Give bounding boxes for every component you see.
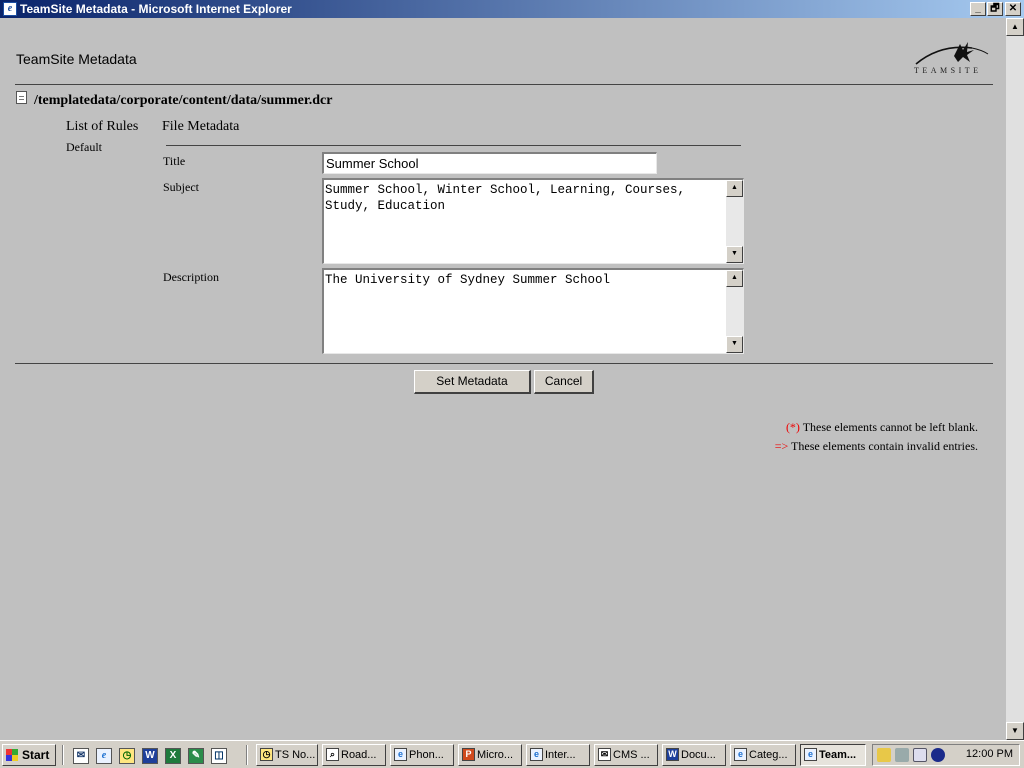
scroll-down-arrow-icon[interactable]: ▼ — [726, 336, 743, 353]
teamsite-logo: TEAMSITE — [910, 40, 994, 78]
description-text[interactable]: The University of Sydney Summer School — [324, 270, 726, 353]
ie-icon: e — [734, 748, 747, 761]
logo-text: TEAMSITE — [914, 66, 982, 75]
description-scrollbar[interactable]: ▲ ▼ — [726, 270, 743, 353]
rule-default-link[interactable]: Default — [66, 140, 102, 155]
task-cms[interactable]: ✉ CMS ... — [594, 744, 658, 766]
close-button[interactable]: ✕ — [1005, 2, 1021, 16]
description-label: Description — [163, 270, 219, 284]
page-scrollbar[interactable]: ▲ ▼ — [1006, 18, 1024, 740]
page-content: TeamSite Metadata TEAMSITE /templatedata… — [0, 18, 1006, 740]
title-field[interactable] — [322, 152, 657, 174]
header-divider — [15, 84, 993, 85]
invalid-legend-text: These elements contain invalid entries. — [788, 439, 978, 453]
network-tray-icon[interactable] — [895, 748, 909, 762]
scroll-up-arrow-icon[interactable]: ▲ — [726, 180, 743, 197]
scroll-up-arrow-icon[interactable]: ▲ — [1006, 18, 1024, 36]
clock-icon[interactable]: ◷ — [119, 748, 135, 764]
start-label: Start — [22, 748, 50, 762]
subject-textarea[interactable]: Summer School, Winter School, Learning, … — [322, 178, 744, 264]
monitor-tray-icon[interactable] — [913, 748, 927, 762]
restore-button[interactable]: 🗗 — [987, 2, 1003, 16]
required-marker: (*) — [785, 420, 800, 434]
clock-icon: ◷ — [260, 748, 273, 761]
subject-label: Subject — [163, 180, 199, 194]
start-button[interactable]: Start — [2, 744, 56, 766]
ie-page-icon: e — [3, 2, 17, 16]
task-teamsite[interactable]: e Team... — [800, 744, 866, 766]
task-road[interactable]: ⌕ Road... — [322, 744, 386, 766]
window-title: TeamSite Metadata - Microsoft Internet E… — [20, 2, 292, 16]
task-ts-notes[interactable]: ◷ TS No... — [256, 744, 318, 766]
task-document[interactable]: W Docu... — [662, 744, 726, 766]
task-microsoft[interactable]: P Micro... — [458, 744, 522, 766]
mail-icon: ✉ — [598, 748, 611, 761]
document-icon — [16, 91, 27, 104]
excel-icon[interactable]: X — [165, 748, 181, 764]
scroll-up-arrow-icon[interactable]: ▲ — [726, 270, 743, 287]
pencil-tray-icon[interactable] — [877, 748, 891, 762]
list-of-rules-link[interactable]: List of Rules — [66, 119, 138, 135]
subject-text[interactable]: Summer School, Winter School, Learning, … — [324, 180, 726, 263]
system-tray: 12:00 PM — [872, 744, 1020, 766]
minimize-button[interactable]: _ — [970, 2, 986, 16]
windows-flag-icon — [6, 749, 18, 761]
file-metadata-heading: File Metadata — [162, 119, 240, 134]
image-editor-icon[interactable]: ✎ — [188, 748, 204, 764]
taskbar-separator — [246, 745, 248, 765]
title-label: Title — [163, 154, 186, 168]
task-phone[interactable]: e Phon... — [390, 744, 454, 766]
form-bottom-divider — [15, 363, 993, 364]
set-metadata-button[interactable]: Set Metadata — [414, 370, 531, 394]
title-input[interactable] — [324, 154, 656, 173]
taskbar: Start ✉ e ◷ W X ✎ ◫ ◷ TS No... ⌕ Road... e… — [0, 740, 1024, 768]
cancel-button[interactable]: Cancel — [534, 370, 594, 394]
scroll-down-arrow-icon[interactable]: ▼ — [1006, 722, 1024, 740]
ie-icon[interactable]: e — [96, 748, 112, 764]
search-icon: ⌕ — [326, 748, 339, 761]
taskbar-clock[interactable]: 12:00 PM — [966, 748, 1013, 760]
description-textarea[interactable]: The University of Sydney Summer School ▲… — [322, 268, 744, 354]
subject-scrollbar[interactable]: ▲ ▼ — [726, 180, 743, 263]
invalid-marker: => — [774, 439, 789, 453]
ie-icon: e — [394, 748, 407, 761]
scroll-down-arrow-icon[interactable]: ▼ — [726, 246, 743, 263]
task-categories[interactable]: e Categ... — [730, 744, 796, 766]
form-top-divider — [166, 145, 741, 146]
powerpoint-icon: P — [462, 748, 475, 761]
logo-swoosh-icon — [915, 42, 989, 65]
ie-icon: e — [530, 748, 543, 761]
file-path: /templatedata/corporate/content/data/sum… — [34, 93, 333, 108]
page-title: TeamSite Metadata — [16, 51, 137, 67]
outlook-icon[interactable]: ✉ — [73, 748, 89, 764]
word-icon[interactable]: W — [142, 748, 158, 764]
ie-icon: e — [804, 748, 817, 761]
messenger-icon[interactable]: ◫ — [211, 748, 227, 764]
required-legend: (*) These elements cannot be left blank. — [786, 420, 978, 435]
task-internet[interactable]: e Inter... — [526, 744, 590, 766]
invalid-legend: => These elements contain invalid entrie… — [775, 439, 978, 454]
taskbar-separator — [62, 745, 64, 765]
clock-tray-icon[interactable] — [931, 748, 945, 762]
required-legend-text: These elements cannot be left blank. — [799, 420, 978, 434]
word-icon: W — [666, 748, 679, 761]
window-titlebar[interactable]: e TeamSite Metadata - Microsoft Internet… — [0, 0, 1024, 18]
